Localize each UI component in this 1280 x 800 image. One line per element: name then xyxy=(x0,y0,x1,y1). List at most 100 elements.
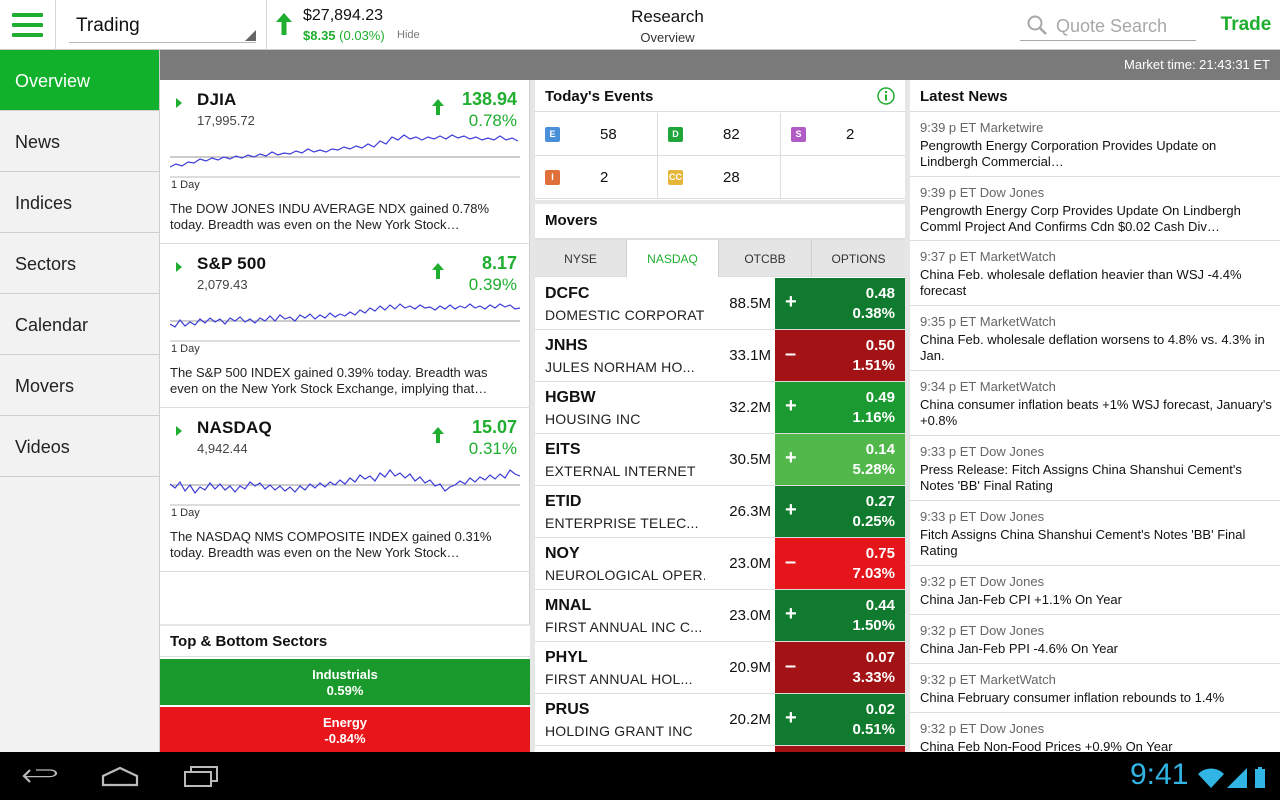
account-value: $27,894.23 xyxy=(303,7,384,24)
tab-options[interactable]: OPTIONS xyxy=(812,240,905,277)
tab-otcbb[interactable]: OTCBB xyxy=(719,240,812,277)
sidebar-item-videos[interactable]: Videos xyxy=(0,416,159,477)
expand-arrow-icon[interactable] xyxy=(176,98,182,108)
trade-button[interactable]: Trade xyxy=(1216,14,1276,36)
news-meta: 9:39 p ET Dow Jones xyxy=(920,185,1045,200)
sidebar-item-overview[interactable]: Overview xyxy=(0,50,159,111)
sidebar-item-news[interactable]: News xyxy=(0,111,159,172)
hide-balance-link[interactable]: Hide xyxy=(397,29,420,41)
news-meta: 9:32 p ET Dow Jones xyxy=(920,623,1045,638)
back-icon[interactable] xyxy=(22,764,60,788)
news-item[interactable]: 9:32 p ET Dow Jones China Feb Non-Food P… xyxy=(910,713,1280,752)
account-change-amount: $8.35 xyxy=(303,28,336,43)
index-card-djia[interactable]: DJIA 17,995.72 138.94 0.78% 1 Day The DO… xyxy=(160,80,530,244)
index-card-sp500[interactable]: S&P 500 2,079.43 8.17 0.39% 1 Day The S&… xyxy=(160,244,530,408)
top-bottom-sectors-panel: Top & Bottom Sectors Industrials 0.59% E… xyxy=(160,626,530,753)
mover-change-box: – 0.07 3.33% xyxy=(775,642,905,693)
mover-row[interactable]: ETID ENTERPRISE TELEC... 26.3M + 0.27 0.… xyxy=(535,486,905,538)
mover-symbol: NOY xyxy=(545,545,580,562)
news-headline: China Jan-Feb PPI -4.6% On Year xyxy=(920,641,1119,656)
mover-symbol: HGBW xyxy=(545,389,596,406)
sector-pct: 0.59% xyxy=(326,683,364,698)
mover-change-pct: 3.33% xyxy=(852,669,895,686)
home-icon[interactable] xyxy=(100,764,140,788)
mover-change-box: – 0.50 1.51% xyxy=(775,330,905,381)
account-selector[interactable]: Trading xyxy=(57,0,267,50)
mover-symbol: JNHS xyxy=(545,337,588,354)
chart-period-label: 1 Day xyxy=(171,343,200,355)
news-meta: 9:32 p ET Dow Jones xyxy=(920,574,1045,589)
news-item[interactable]: 9:33 p ET Dow Jones Fitch Assigns China … xyxy=(910,501,1280,566)
event-count: 58 xyxy=(600,126,617,143)
sidebar-item-movers[interactable]: Movers xyxy=(0,355,159,416)
event-ipos[interactable]: I 2 xyxy=(535,156,658,199)
menu-icon[interactable] xyxy=(0,0,56,50)
news-item[interactable]: 9:32 p ET Dow Jones China Jan-Feb PPI -4… xyxy=(910,615,1280,664)
news-item[interactable]: 9:32 p ET Dow Jones China Jan-Feb CPI +1… xyxy=(910,566,1280,615)
news-item[interactable]: 9:32 p ET MarketWatch China February con… xyxy=(910,664,1280,713)
mover-volume: 20.2M xyxy=(729,711,771,728)
tab-nyse[interactable]: NYSE xyxy=(535,240,627,277)
mover-change-box: + 0.02 0.51% xyxy=(775,694,905,745)
sidebar-item-sectors[interactable]: Sectors xyxy=(0,233,159,294)
sidebar-item-calendar[interactable]: Calendar xyxy=(0,294,159,355)
event-splits[interactable]: S 2 xyxy=(781,113,905,156)
event-conference-calls[interactable]: CC 28 xyxy=(658,156,781,199)
mover-row[interactable]: MNAL FIRST ANNUAL INC C... 23.0M + 0.44 … xyxy=(535,590,905,642)
latest-news-panel: Latest News 9:39 p ET Marketwire Pengrow… xyxy=(910,80,1280,752)
event-earnings[interactable]: E 58 xyxy=(535,113,658,156)
index-value: 17,995.72 xyxy=(197,113,255,128)
news-headline: China consumer inflation beats +1% WSJ f… xyxy=(920,397,1272,428)
news-meta: 9:33 p ET Dow Jones xyxy=(920,444,1045,459)
sector-bar-bottom[interactable]: Energy -0.84% xyxy=(160,707,530,753)
mover-change-box: + 0.27 0.25% xyxy=(775,486,905,537)
expand-arrow-icon[interactable] xyxy=(176,426,182,436)
news-item[interactable]: 9:35 p ET MarketWatch China Feb. wholesa… xyxy=(910,306,1280,371)
mover-row[interactable]: HGBW HOUSING INC 32.2M + 0.49 1.16% xyxy=(535,382,905,434)
quote-search-input[interactable]: Quote Search xyxy=(1020,10,1196,41)
mover-row[interactable]: PHYL FIRST ANNUAL HOL... 20.9M – 0.07 3.… xyxy=(535,642,905,694)
ipo-badge-icon: I xyxy=(545,170,560,185)
change-sign: + xyxy=(785,499,797,521)
mover-change-pct: 0.38% xyxy=(852,305,895,322)
mover-row[interactable]: JNHS JULES NORHAM HO... 33.1M – 0.50 1.5… xyxy=(535,330,905,382)
todays-events-panel: Today's Events E 58 D 82 S 2 I 2 CC 28 xyxy=(535,80,905,200)
quote-search-placeholder: Quote Search xyxy=(1056,16,1168,36)
news-item[interactable]: 9:39 p ET Marketwire Pengrowth Energy Co… xyxy=(910,112,1280,177)
sidebar-item-indices[interactable]: Indices xyxy=(0,172,159,233)
news-item[interactable]: 9:33 p ET Dow Jones Press Release: Fitch… xyxy=(910,436,1280,501)
mover-row[interactable]: DCFC DOMESTIC CORPORAT 88.5M + 0.48 0.38… xyxy=(535,278,905,330)
news-meta: 9:34 p ET MarketWatch xyxy=(920,379,1056,394)
recent-apps-icon[interactable] xyxy=(183,764,219,788)
index-change: 15.07 xyxy=(471,417,517,437)
index-value: 4,942.44 xyxy=(197,441,248,456)
mover-row[interactable]: NOY NEUROLOGICAL OPER... 23.0M – 0.75 7.… xyxy=(535,538,905,590)
mover-company: EXTERNAL INTERNET xyxy=(545,463,696,479)
news-item[interactable]: 9:34 p ET MarketWatch China consumer inf… xyxy=(910,371,1280,436)
account-change-pct: (0.03%) xyxy=(339,28,385,43)
wifi-icon xyxy=(1198,768,1224,788)
system-navigation-bar: 9:41 xyxy=(0,752,1280,800)
index-name: NASDAQ xyxy=(197,418,272,437)
index-card-nasdaq[interactable]: NASDAQ 4,942.44 15.07 0.31% 1 Day The NA… xyxy=(160,408,530,572)
info-icon[interactable] xyxy=(877,87,895,105)
arrow-up-icon xyxy=(276,13,292,35)
mover-row[interactable]: PRUS HOLDING GRANT INC 20.2M + 0.02 0.51… xyxy=(535,694,905,746)
mover-change: 0.49 xyxy=(865,389,895,406)
event-count: 28 xyxy=(723,169,740,186)
expand-arrow-icon[interactable] xyxy=(176,262,182,272)
news-item[interactable]: 9:39 p ET Dow Jones Pengrowth Energy Cor… xyxy=(910,177,1280,241)
news-item[interactable]: 9:37 p ET MarketWatch China Feb. wholesa… xyxy=(910,241,1280,306)
change-sign: + xyxy=(785,291,797,313)
index-description: The DOW JONES INDU AVERAGE NDX gained 0.… xyxy=(170,201,490,232)
index-name: S&P 500 xyxy=(197,254,267,273)
mover-row[interactable]: EITS EXTERNAL INTERNET 30.5M + 0.14 5.28… xyxy=(535,434,905,486)
sector-bar-top[interactable]: Industrials 0.59% xyxy=(160,659,530,705)
event-count: 82 xyxy=(723,126,740,143)
mover-change: 0.75 xyxy=(865,545,895,562)
events-title-text: Today's Events xyxy=(545,88,654,105)
mover-volume: 88.5M xyxy=(729,295,771,312)
tab-nasdaq[interactable]: NASDAQ xyxy=(627,240,719,277)
event-dividends[interactable]: D 82 xyxy=(658,113,781,156)
news-meta: 9:33 p ET Dow Jones xyxy=(920,509,1045,524)
